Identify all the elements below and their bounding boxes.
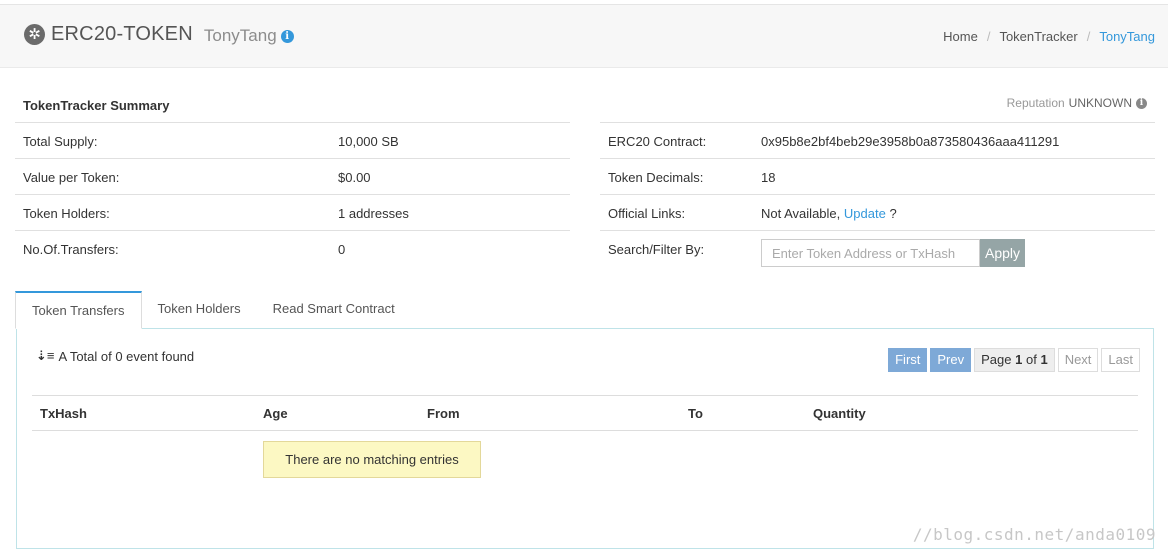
summary-row-search: Search/Filter By: Apply bbox=[600, 230, 1155, 267]
reputation-info-icon[interactable]: i bbox=[1136, 97, 1147, 109]
breadcrumb-separator: / bbox=[1086, 29, 1091, 44]
summary-value: 1 addresses bbox=[338, 206, 409, 221]
links-not-available: Not Available, bbox=[761, 206, 841, 221]
page-prefix: Page bbox=[981, 352, 1012, 367]
contract-address-link[interactable]: 0x95b8e2bf4beb29e3958b0a873580436aaa4112… bbox=[761, 134, 1059, 149]
pagination: First Prev Page 1 of 1 Next Last bbox=[885, 348, 1140, 372]
transfers-panel: ⇣≡ A Total of 0 event found First Prev P… bbox=[16, 328, 1154, 549]
summary-value: $0.00 bbox=[338, 170, 371, 185]
summary-row-value-per-token: Value per Token: $0.00 bbox=[15, 158, 570, 194]
page-total: 1 bbox=[1040, 352, 1048, 367]
event-count-text: A Total of 0 event found bbox=[58, 348, 195, 364]
summary-row-contract: ERC20 Contract: 0x95b8e2bf4beb29e3958b0a… bbox=[600, 122, 1155, 158]
links-suffix: ? bbox=[889, 206, 897, 221]
tab-read-smart-contract[interactable]: Read Smart Contract bbox=[257, 291, 411, 329]
summary-row-total-supply: Total Supply: 10,000 SB bbox=[15, 122, 570, 158]
breadcrumb-home[interactable]: Home bbox=[943, 29, 978, 44]
summary-row-decimals: Token Decimals: 18 bbox=[600, 158, 1155, 194]
empty-table-message: There are no matching entries bbox=[263, 441, 481, 478]
info-icon[interactable]: i bbox=[280, 29, 294, 43]
summary-table-right: ERC20 Contract: 0x95b8e2bf4beb29e3958b0a… bbox=[600, 122, 1155, 267]
apply-button[interactable]: Apply bbox=[980, 239, 1025, 267]
token-gear-icon: ✲ bbox=[24, 24, 45, 45]
summary-title: TokenTracker Summary bbox=[23, 98, 170, 113]
event-count: ⇣≡ A Total of 0 event found bbox=[36, 348, 194, 364]
tab-token-holders[interactable]: Token Holders bbox=[142, 291, 257, 329]
last-page-button[interactable]: Last bbox=[1101, 348, 1140, 372]
breadcrumb-separator: / bbox=[986, 29, 991, 44]
reputation-label: Reputation bbox=[1006, 96, 1065, 110]
summary-label: Official Links: bbox=[608, 206, 686, 221]
column-header-quantity: Quantity bbox=[813, 406, 866, 421]
summary-row-transfers: No.Of.Transfers: 0 bbox=[15, 230, 570, 266]
summary-label: ERC20 Contract: bbox=[608, 134, 707, 149]
summary-label: Token Decimals: bbox=[608, 170, 704, 185]
summary-value: 10,000 SB bbox=[338, 134, 399, 149]
page-indicator: Page 1 of 1 bbox=[974, 348, 1055, 372]
summary-table-left: Total Supply: 10,000 SB Value per Token:… bbox=[15, 122, 570, 266]
update-link[interactable]: Update bbox=[844, 206, 886, 221]
summary-label: Search/Filter By: bbox=[608, 242, 705, 257]
token-subtitle: TonyTang bbox=[203, 25, 277, 45]
page-current: 1 bbox=[1015, 352, 1023, 367]
summary-label: Value per Token: bbox=[23, 170, 120, 185]
summary-label: No.Of.Transfers: bbox=[23, 242, 119, 257]
breadcrumb-tokentracker[interactable]: TokenTracker bbox=[999, 29, 1077, 44]
prev-page-button[interactable]: Prev bbox=[930, 348, 972, 372]
tab-token-transfers[interactable]: Token Transfers bbox=[15, 291, 142, 329]
tab-bar: Token Transfers Token Holders Read Smart… bbox=[15, 291, 411, 329]
summary-label: Total Supply: bbox=[23, 134, 98, 149]
summary-row-token-holders: Token Holders: 1 addresses bbox=[15, 194, 570, 230]
page-header: ✲ ERC20-TOKEN TonyTang i Home / TokenTra… bbox=[0, 4, 1168, 68]
breadcrumb-current: TonyTang bbox=[1099, 29, 1155, 44]
summary-value: 18 bbox=[761, 170, 776, 185]
watermark: //blog.csdn.net/anda0109 bbox=[912, 525, 1156, 544]
token-name: ERC20-TOKEN bbox=[51, 23, 193, 45]
column-header-age: Age bbox=[263, 406, 288, 421]
sort-desc-icon: ⇣≡ bbox=[36, 348, 55, 363]
column-header-from: From bbox=[427, 406, 460, 421]
column-header-txhash: TxHash bbox=[40, 406, 87, 421]
transfers-table-header: TxHash Age From To Quantity bbox=[32, 395, 1138, 431]
official-links-value: Not Available, Update ? bbox=[761, 206, 897, 221]
search-filter-input[interactable] bbox=[761, 239, 980, 267]
page-of: of bbox=[1025, 352, 1037, 367]
next-page-button[interactable]: Next bbox=[1057, 348, 1099, 372]
column-header-to: To bbox=[688, 406, 703, 421]
summary-row-official-links: Official Links: Not Available, Update ? bbox=[600, 194, 1155, 230]
reputation: Reputation UNKNOWN i bbox=[1007, 96, 1147, 110]
summary-label: Token Holders: bbox=[23, 206, 110, 221]
first-page-button[interactable]: First bbox=[888, 348, 928, 372]
reputation-value: UNKNOWN bbox=[1068, 96, 1132, 110]
token-brand: ✲ ERC20-TOKEN TonyTang i bbox=[24, 23, 294, 46]
summary-value: 0 bbox=[338, 242, 346, 257]
breadcrumb: Home / TokenTracker / TonyTang bbox=[943, 29, 1155, 44]
